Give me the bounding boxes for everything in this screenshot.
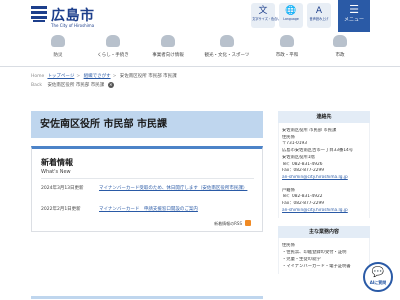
breadcrumb-current: 安佐南区役所 市民部 市民課 — [119, 74, 177, 79]
breadcrumb-link-top[interactable]: トップページ — [47, 74, 74, 79]
contact-line: 〒731-0193 — [282, 141, 307, 147]
house-icon — [106, 35, 120, 47]
breadcrumb: Home トップページ > 組織でさがす > 安佐南区役所 市民部 市民課 Back… — [31, 72, 271, 90]
contact-heading: 連絡先 — [278, 111, 370, 123]
rss-link[interactable]: 新着情報のRSS — [214, 221, 242, 227]
news-heading: 新着情報 — [41, 158, 73, 167]
hamburger-icon: ☰ — [349, 3, 359, 16]
duty-line: 住民係 — [282, 243, 295, 249]
breadcrumb-link-org[interactable]: 組織でさがす — [84, 74, 111, 79]
contact-email-link[interactable]: an-shimin@city.hiroshima.lg.jp — [282, 208, 367, 215]
ai-chat-label: AIに質問 — [369, 280, 387, 285]
contact-line: 住民係 — [282, 134, 295, 140]
duty-line: ・児童・生徒の就学 — [282, 256, 321, 262]
menu-button[interactable]: ☰ メニュー — [338, 0, 370, 32]
duty-line: ・住民票、印鑑登録の受付・証明 — [282, 250, 347, 256]
news-link[interactable]: マイナンバーカード受取のため、休日開庁します（安佐南区役所市民課） — [99, 185, 249, 192]
briefcase-icon — [161, 35, 175, 47]
logo-text: 広島市 — [51, 8, 95, 24]
contact-line: Fax：082-877-2299 — [282, 201, 324, 207]
breadcrumb-separator: > — [112, 74, 117, 79]
close-icon[interactable]: ✕ — [107, 81, 114, 88]
duties-heading: 主な業務内容 — [278, 226, 370, 239]
breadcrumb-path: Home トップページ > 組織でさがす > 安佐南区役所 市民部 市民課 — [31, 72, 271, 81]
page-title-bar: 安佐南区役所 市民部 市民課 — [31, 111, 263, 138]
city-emblem-icon — [31, 6, 47, 22]
breadcrumb-back-tag: Back — [31, 83, 42, 88]
next-section-card — [31, 296, 263, 300]
contact-line: 安佐南区役所1階 — [282, 154, 315, 160]
contact-line: 戸籍係 — [282, 187, 295, 193]
duties-body: 住民係 ・住民票、印鑑登録の受付・証明 ・児童・生徒の就学 ・マイナンバーカード… — [278, 238, 370, 275]
read-aloud-label: 音声読み上げ — [309, 17, 329, 21]
read-aloud-button[interactable]: A 音声読み上げ — [307, 3, 331, 28]
news-link[interactable]: マイナンバーカード 申請支援窓口開設のご案内 — [99, 206, 249, 213]
contact-sidebar: 連絡先 安佐南区役所 市民部 市民課 住民係 〒731-0193 広島市安佐南区… — [278, 111, 370, 275]
logo-subtitle: The City of Hiroshima — [51, 23, 95, 28]
contact-line: 安佐南区役所 市民部 市民課 — [282, 128, 337, 133]
contact-line: Tel：082-831-4922 — [282, 194, 323, 200]
contact-line: Fax：082-877-2299 — [282, 168, 324, 174]
divider — [41, 178, 254, 179]
nav-item-city[interactable]: 市政 — [305, 35, 375, 58]
contact-body: 安佐南区役所 市民部 市民課 住民係 〒731-0193 広島市安佐南区古市一丁… — [278, 123, 370, 219]
building-icon — [333, 35, 347, 47]
contact-email-link[interactable]: an-shimin@city.hiroshima.lg.jp — [282, 175, 367, 182]
news-heading-en: What's New — [41, 169, 71, 175]
contact-line: 広島市安佐南区古市一丁目33番14号 — [282, 148, 354, 154]
duty-line: ・マイナンバーカード・電子証明書 — [282, 263, 351, 269]
globe-icon: 🌐 — [285, 6, 297, 16]
speaker-icon: A — [315, 6, 323, 16]
breadcrumb-separator: > — [76, 74, 81, 79]
text-size-icon: 文 — [258, 6, 268, 16]
breadcrumb-home-tag: Home — [31, 74, 45, 79]
nav-label: 市政 — [335, 53, 345, 58]
site-header: 広島市 The City of Hiroshima 文 文字サイズ・色合い変更 … — [0, 0, 400, 32]
breadcrumb-back-label: 安佐南区役所 市民部 市民課 — [47, 83, 105, 88]
global-nav: 防災 くらし・手続き 事業者向け情報 観光・文化・スポーツ 市政・平和 市政 — [0, 32, 400, 67]
language-label: Language — [283, 17, 299, 21]
chat-bubble-icon: 💬 — [371, 267, 385, 278]
text-size-color-button[interactable]: 文 文字サイズ・色合い変更 — [251, 3, 287, 28]
news-date: 2022年2月1日更新 — [41, 207, 81, 212]
breadcrumb-back: Back 安佐南区役所 市民部 市民課 ✕ — [31, 81, 271, 90]
site-logo[interactable]: 広島市 The City of Hiroshima — [31, 5, 99, 28]
dove-icon — [280, 35, 294, 47]
news-card: 新着情報 What's New 2024年3月13日更新 マイナンバーカード受取… — [31, 146, 263, 232]
helmet-icon — [51, 35, 65, 47]
menu-label: メニュー — [343, 17, 364, 23]
shrine-icon — [220, 35, 234, 47]
language-button[interactable]: 🌐 Language — [279, 3, 303, 28]
text-size-label: 文字サイズ・色合い変更 — [252, 17, 287, 21]
page-title: 安佐南区役所 市民部 市民課 — [40, 119, 167, 130]
ai-chat-button[interactable]: 💬 AIに質問 — [363, 262, 393, 292]
rss-icon[interactable] — [245, 220, 251, 226]
news-date: 2024年3月13日更新 — [41, 186, 84, 191]
contact-line: Tel：082-831-4926 — [282, 161, 323, 167]
